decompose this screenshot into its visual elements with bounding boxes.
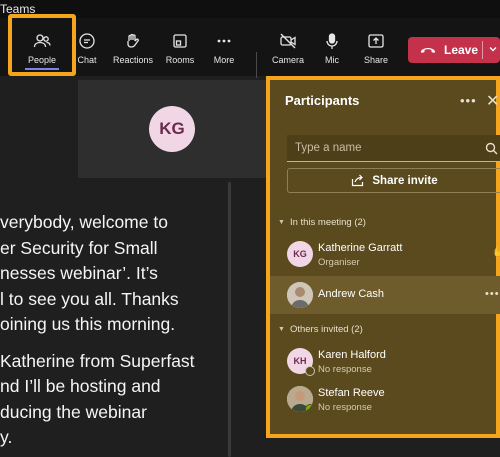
teams-window: Teams People Chat Reactions Rooms More C… — [0, 0, 500, 457]
speaker-avatar: KG — [149, 106, 195, 152]
leave-separator — [482, 41, 483, 59]
caption-line: verybody, welcome to — [0, 212, 168, 232]
participant-name: Stefan Reeve — [318, 387, 385, 399]
participant-row[interactable]: KH Karen Halford No response — [270, 342, 500, 380]
collapse-caret-icon: ▼ — [278, 326, 285, 333]
caption-scrollbar[interactable] — [228, 182, 231, 457]
people-label: People — [27, 55, 57, 65]
title-bar: Teams — [0, 0, 500, 18]
others-invited-label: Others invited (2) — [289, 324, 363, 335]
avatar — [287, 282, 313, 308]
caption-line: l to see you all. Thanks — [0, 288, 179, 309]
share-invite-button[interactable]: Share invite — [287, 168, 500, 193]
reactions-icon — [127, 33, 139, 48]
participant-name: Karen Halford — [318, 349, 386, 361]
in-meeting-label: In this meeting (2) — [289, 217, 366, 228]
avatar: KG — [287, 241, 313, 267]
participant-status: No response — [318, 364, 372, 375]
window-title: Teams — [0, 2, 36, 16]
panel-more-icon[interactable]: ••• — [460, 93, 477, 108]
rooms-button[interactable]: Rooms — [162, 18, 198, 76]
reactions-label: Reactions — [112, 55, 154, 65]
more-icon — [217, 39, 231, 43]
camera-off-icon — [280, 33, 296, 49]
live-caption-text: verybody, welcome to er Security for Sma… — [0, 210, 225, 451]
caption-line: nd I’ll be hosting and — [0, 376, 161, 396]
caption-line: oining us this morning. — [0, 314, 176, 334]
participants-panel: Participants ••• ✕ Type a name Share inv… — [266, 76, 500, 438]
panel-title: Participants — [285, 93, 360, 108]
participant-row[interactable]: Andrew Cash ••• — [270, 276, 500, 314]
collapse-caret-icon: ▼ — [278, 219, 285, 226]
people-button[interactable]: People — [10, 18, 74, 76]
raise-hand-icon: ✋ — [492, 247, 500, 258]
camera-button[interactable]: Camera — [268, 18, 308, 76]
chat-button[interactable]: Chat — [72, 18, 102, 76]
toolbar-divider — [256, 52, 257, 78]
people-icon — [33, 34, 51, 48]
more-label: More — [213, 55, 235, 65]
participant-search-input[interactable]: Type a name — [287, 135, 500, 162]
participant-role: Organiser — [318, 257, 360, 268]
person-photo-icon — [287, 282, 313, 308]
caption-line: Katherine from Superfast — [0, 350, 195, 371]
mic-button[interactable]: Mic — [318, 18, 346, 76]
phone-hangup-icon — [421, 48, 435, 53]
avatar: KH — [287, 348, 315, 376]
camera-label: Camera — [271, 55, 304, 65]
caption-line: ducing the webinar — [0, 401, 147, 422]
share-invite-label: Share invite — [372, 174, 438, 187]
presence-status-icon — [305, 366, 315, 376]
avatar-initials: KG — [293, 249, 307, 259]
participant-name: Andrew Cash — [318, 288, 385, 300]
others-invited-section-header[interactable]: ▼ Others invited (2) — [278, 324, 363, 335]
share-invite-icon — [352, 174, 364, 187]
participant-name: Katherine Garratt — [318, 242, 403, 254]
avatar-initials: KH — [293, 356, 307, 366]
leave-label: Leave — [444, 43, 479, 57]
chat-label: Chat — [77, 55, 97, 65]
leave-button[interactable]: Leave — [408, 37, 500, 63]
mic-icon — [326, 33, 338, 49]
in-meeting-section-header[interactable]: ▼ In this meeting (2) — [278, 217, 366, 228]
chevron-down-icon[interactable] — [488, 44, 498, 54]
rooms-label: Rooms — [165, 55, 195, 65]
active-tab-indicator — [25, 68, 59, 70]
participant-status: No response — [318, 402, 372, 413]
rooms-icon — [173, 34, 187, 48]
caption-line: er Security for Small — [0, 237, 158, 258]
search-placeholder: Type a name — [295, 142, 362, 154]
participant-row[interactable]: KG Katherine Garratt Organiser ✋ — [270, 235, 500, 273]
avatar — [287, 386, 313, 412]
mic-label: Mic — [325, 55, 339, 65]
caption-line: y. — [0, 427, 13, 447]
more-options-icon[interactable]: ••• — [485, 288, 500, 300]
close-icon[interactable]: ✕ — [486, 91, 499, 111]
more-button[interactable]: More — [205, 18, 243, 76]
caption-line: nesses webinar’. It’s — [0, 263, 158, 283]
share-screen-icon — [368, 34, 384, 48]
search-icon — [485, 142, 498, 155]
chat-icon — [79, 33, 95, 49]
share-button[interactable]: Share — [358, 18, 394, 76]
presence-available-icon — [305, 404, 313, 412]
participant-row[interactable]: Stefan Reeve No response — [270, 380, 500, 418]
share-label: Share — [363, 55, 389, 65]
reactions-button[interactable]: Reactions — [108, 18, 158, 76]
